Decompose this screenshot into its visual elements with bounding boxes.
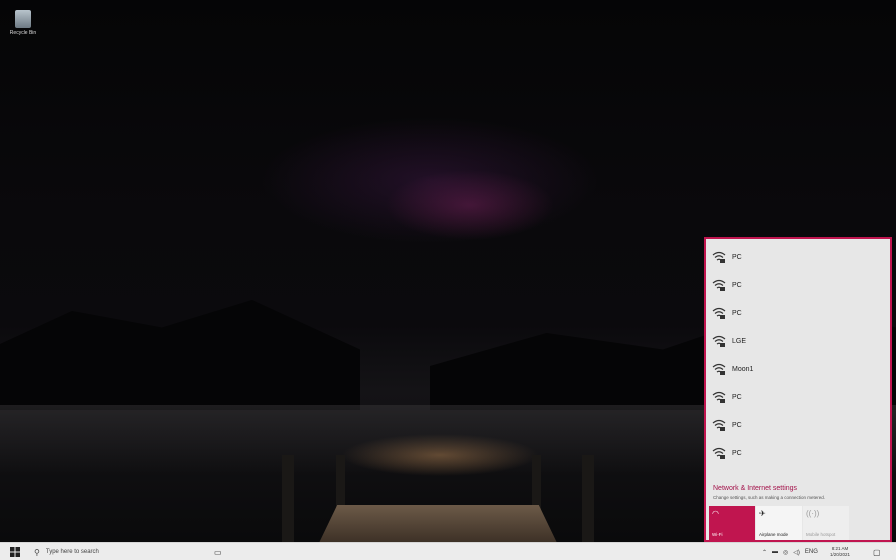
task-view-button[interactable]: ▭ [214,543,222,560]
wifi-secured-icon [712,363,726,375]
network-flyout: PC PC PC LGE Moon1 PC PC PC Network & In… [704,237,892,542]
language-indicator[interactable]: ENG [805,549,818,555]
network-name: PC [732,421,742,429]
battery-icon[interactable]: ▬ [772,549,778,555]
wifi-secured-icon [712,307,726,319]
network-name: LGE [732,337,747,345]
network-item[interactable]: PC [712,385,742,409]
airplane-icon: ✈ [759,509,766,518]
wifi-tile-label: Wi-Fi [712,532,723,537]
action-center-button[interactable]: ▢ [873,543,881,560]
network-name: PC [732,393,742,401]
recycle-bin-shortcut[interactable]: Recycle Bin [6,10,40,36]
recycle-bin-icon [15,10,31,28]
wifi-secured-icon [712,279,726,291]
search-placeholder: Type here to search [45,549,99,555]
volume-icon[interactable]: ◁) [793,549,800,556]
network-item[interactable]: PC [712,413,742,437]
clock-date: 1/20/2021 [830,552,851,557]
wifi-secured-icon [712,335,726,347]
wifi-secured-icon [712,251,726,263]
taskbar: ⚲ Type here to search ▭ ⌃ ▬ ◎ ◁) ENG 8:2… [0,542,896,560]
network-item[interactable]: LGE [712,329,746,353]
network-tray-icon[interactable]: ◎ [783,549,788,556]
recycle-bin-label: Recycle Bin [9,30,37,36]
taskbar-search-box[interactable]: ⚲ Type here to search [24,543,194,560]
windows-icon [10,547,20,557]
mobile-hotspot-tile[interactable]: ((·)) Mobile hotspot [803,506,849,540]
wooden-dock [318,505,558,542]
wifi-icon: ◠ [712,509,719,518]
search-icon: ⚲ [34,547,40,557]
airplane-tile-label: Airplane mode [759,532,789,537]
network-name: PC [732,309,742,317]
network-name: Moon1 [732,365,754,373]
network-item[interactable]: Moon1 [712,357,753,381]
dock-post [282,455,294,542]
wifi-secured-icon [712,447,726,459]
network-item[interactable]: PC [712,301,742,325]
hotspot-tile-label: Mobile hotspot [806,532,836,537]
airplane-mode-tile[interactable]: ✈ Airplane mode [756,506,802,540]
network-item[interactable]: PC [712,245,742,269]
network-item[interactable]: PC [712,441,742,465]
system-tray: ⌃ ▬ ◎ ◁) ENG [762,543,818,560]
dock-post [582,455,594,542]
wifi-secured-icon [712,419,726,431]
mountain-silhouette-left [0,300,360,410]
network-name: PC [732,253,742,261]
network-name: PC [732,281,742,289]
task-view-icon: ▭ [214,547,222,557]
wifi-toggle-tile[interactable]: ◠ Wi-Fi [709,506,755,540]
start-button[interactable] [10,543,20,560]
wifi-secured-icon [712,391,726,403]
network-item[interactable]: PC [712,273,742,297]
taskbar-clock[interactable]: 8:21 AM 1/20/2021 [830,543,850,560]
network-settings-link[interactable]: Network & Internet settings [713,485,797,492]
hotspot-icon: ((·)) [806,509,820,518]
show-hidden-icons-chevron-icon[interactable]: ⌃ [762,549,767,556]
network-name: PC [732,449,742,457]
notification-icon: ▢ [873,547,881,557]
network-settings-description: Change settings, such as making a connec… [713,495,826,500]
